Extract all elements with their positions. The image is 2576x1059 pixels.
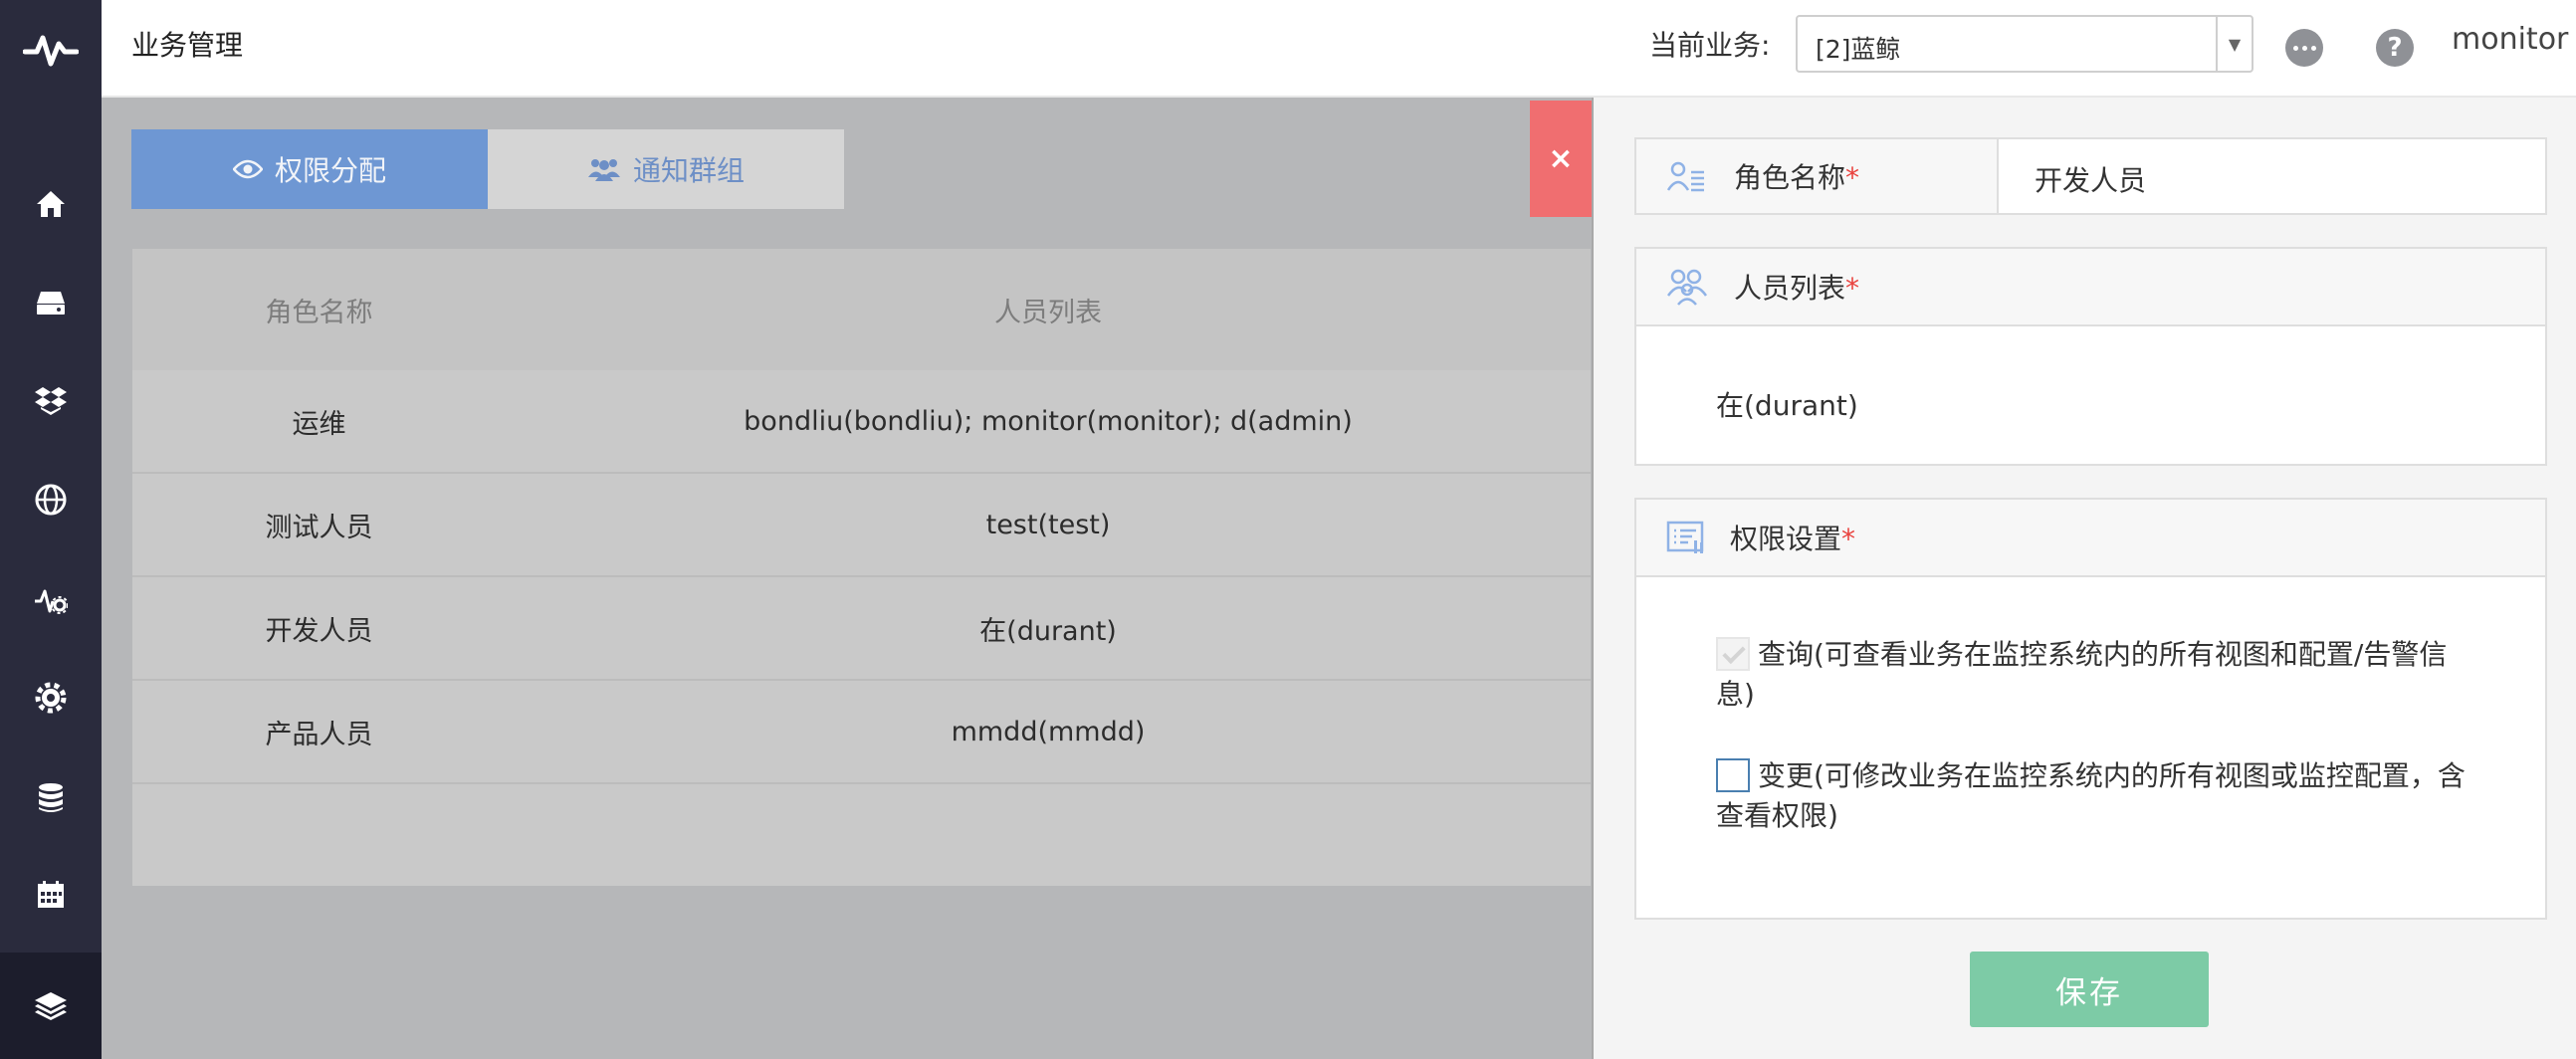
chevron-down-icon[interactable]: ▼ (2216, 17, 2252, 71)
table-row[interactable]: 测试人员 test(test) (132, 474, 1591, 577)
more-options-icon[interactable] (2285, 29, 2323, 67)
sidebar-item-database[interactable] (0, 748, 102, 848)
table-header: 角色名称 人员列表 (132, 249, 1591, 370)
sidebar-item-calendar[interactable] (0, 845, 102, 945)
group-icon (1666, 269, 1708, 306)
eye-icon (232, 159, 263, 179)
box-icon (35, 387, 67, 415)
column-header-members: 人员列表 (994, 297, 1102, 328)
table-row[interactable]: 运维 bondliu(bondliu); monitor(monitor); d… (132, 370, 1591, 474)
permission-query-label: 查询(可查看业务在监控系统内的所有视图和配置/告警信息) (1716, 638, 2448, 711)
sidebar-item-monitor-config[interactable] (0, 550, 102, 650)
sidebar-item-network[interactable] (0, 450, 102, 549)
tab-permission-label: 权限分配 (274, 154, 386, 187)
sidebar-item-package[interactable] (0, 351, 102, 451)
member-list-value[interactable]: 在(durant) (1716, 384, 1858, 424)
member-list-box: 人员列表* 在(durant) (1634, 247, 2547, 466)
sidebar-item-server[interactable] (0, 253, 102, 352)
sidebar-item-settings[interactable] (0, 648, 102, 747)
members-cell: test(test) (985, 509, 1111, 540)
current-business-label: 当前业务: (1649, 29, 1771, 62)
members-cell: bondliu(bondliu); monitor(monitor); d(ad… (744, 405, 1353, 437)
tab-bar: 权限分配 通知群组 (131, 129, 844, 209)
permission-header: 权限设置* (1636, 500, 2545, 577)
permission-change-label: 变更(可修改业务在监控系统内的所有视图或监控配置，含查看权限) (1716, 759, 2466, 832)
save-button[interactable]: 保存 (1970, 952, 2209, 1027)
role-edit-panel: 角色名称* 开发人员 人员列表* 在(durant) 权限设置* 查询(可查看业… (1592, 98, 2576, 1059)
members-cell: 在(durant) (979, 615, 1117, 647)
permission-change-checkbox[interactable] (1716, 758, 1750, 792)
logo[interactable] (0, 0, 102, 100)
page-title: 业务管理 (131, 29, 244, 62)
table-row[interactable]: 产品人员 mmdd(mmdd) (132, 681, 1591, 784)
permission-query-checkbox[interactable] (1716, 637, 1750, 671)
role-cell: 测试人员 (265, 512, 373, 543)
database-icon (39, 783, 63, 812)
tab-notify-group-label: 通知群组 (632, 154, 745, 187)
help-icon[interactable]: ? (2376, 29, 2414, 67)
role-cell: 产品人员 (265, 719, 373, 750)
permission-label: 权限设置 (1730, 523, 1842, 555)
top-header: 业务管理 当前业务: [2]蓝鲸 ▼ ? monitor (102, 0, 2576, 98)
column-header-role: 角色名称 (265, 297, 373, 328)
table-row[interactable]: 开发人员 在(durant) (132, 577, 1591, 681)
business-select[interactable]: [2]蓝鲸 ▼ (1796, 15, 2254, 73)
user-list-icon (1666, 161, 1704, 192)
globe-icon (35, 484, 67, 516)
permission-change-option: 变更(可修改业务在监控系统内的所有视图或监控配置，含查看权限) (1716, 756, 2472, 836)
member-list-label: 人员列表 (1734, 272, 1846, 305)
sidebar (0, 0, 102, 1059)
settings-list-icon (1666, 521, 1704, 553)
pulse-gear-icon (35, 589, 68, 614)
layers-icon (35, 991, 67, 1020)
permission-query-option: 查询(可查看业务在监控系统内的所有视图和配置/告警信息) (1716, 635, 2472, 715)
members-cell: mmdd(mmdd) (951, 716, 1146, 747)
role-name-label: 角色名称* (1636, 139, 1999, 213)
role-name-value[interactable]: 开发人员 (2035, 159, 2146, 199)
permission-box: 权限设置* 查询(可查看业务在监控系统内的所有视图和配置/告警信息) 变更(可修… (1634, 498, 2547, 920)
sidebar-item-business[interactable] (0, 953, 102, 1059)
users-icon (587, 159, 620, 181)
member-list-header: 人员列表* (1636, 249, 2545, 326)
role-cell: 运维 (292, 408, 346, 440)
gear-icon (35, 682, 67, 714)
user-name[interactable]: monitor (2452, 22, 2568, 57)
role-name-label-text: 角色名称 (1734, 161, 1846, 194)
role-table: 角色名称 人员列表 运维 bondliu(bondliu); monitor(m… (132, 249, 1591, 886)
server-icon (37, 292, 65, 315)
tab-permission[interactable]: 权限分配 (131, 129, 488, 209)
tab-notify-group[interactable]: 通知群组 (488, 129, 844, 209)
calendar-icon (38, 881, 64, 908)
business-select-value: [2]蓝鲸 (1816, 35, 1901, 64)
role-name-field: 角色名称* 开发人员 (1634, 137, 2547, 215)
required-mark: * (1845, 161, 1860, 194)
required-mark: * (1845, 272, 1860, 305)
sidebar-item-home[interactable] (0, 154, 102, 254)
required-mark: * (1841, 523, 1856, 555)
close-icon: × (1548, 141, 1574, 176)
pulse-logo-icon (23, 35, 79, 67)
role-cell: 开发人员 (265, 615, 373, 647)
home-icon (37, 191, 65, 217)
close-panel-button[interactable]: × (1530, 101, 1592, 217)
